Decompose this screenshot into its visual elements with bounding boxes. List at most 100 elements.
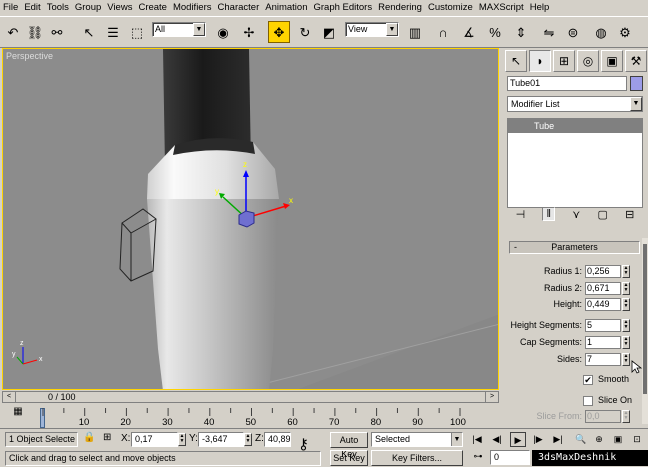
menu-item-animation[interactable]: Animation	[262, 0, 310, 16]
height-input[interactable]: 0,449	[585, 298, 621, 311]
spinner-snap-icon[interactable]: ⇕	[510, 21, 532, 43]
auto-key-button[interactable]: Auto Key	[330, 432, 368, 459]
ground-plane	[298, 314, 498, 389]
key-icon[interactable]: ⚷	[298, 435, 309, 453]
percent-snap-icon[interactable]: %	[484, 21, 506, 43]
material-editor-icon[interactable]: ◍	[590, 21, 612, 43]
goto-end-icon[interactable]: ▶|	[550, 432, 566, 447]
previous-frame-icon[interactable]: ◀|	[489, 432, 505, 447]
undo-icon[interactable]: ↶	[2, 21, 24, 43]
key-mode-toggle-icon[interactable]: ⊶	[470, 451, 486, 465]
menu-item-customize[interactable]: Customize	[425, 0, 476, 16]
selection-filter-dropdown[interactable]: All ▼	[152, 22, 206, 37]
create-tab-icon[interactable]: ↖	[505, 50, 527, 72]
slice-on-checkbox[interactable]	[583, 395, 593, 406]
spinner-arrows-icon[interactable]: ▲ ▼	[622, 353, 630, 366]
align-icon[interactable]: ⊜	[562, 21, 584, 43]
spinner-arrows-icon[interactable]: ▲ ▼	[622, 336, 630, 349]
time-slider-right-arrow-icon[interactable]: >	[485, 392, 498, 402]
z-coordinate-input[interactable]: 40,89	[264, 432, 291, 447]
spinner-arrows-icon[interactable]: ▲ ▼	[622, 282, 630, 295]
cap-segments-input[interactable]: 1	[585, 336, 621, 349]
modifier-stack[interactable]: Tube	[507, 118, 643, 208]
select-and-scale-icon[interactable]: ◩	[318, 21, 340, 43]
zoom-icon[interactable]: 🔍	[573, 432, 589, 447]
spinner-arrows-icon[interactable]: ▲ ▼	[178, 433, 186, 446]
smooth-checkbox-row[interactable]: ✔ Smooth	[583, 373, 629, 386]
zoom-extents-all-icon[interactable]: ⊡	[629, 432, 645, 447]
angle-snap-icon[interactable]: ∡	[458, 21, 480, 43]
height-segments-input[interactable]: 5	[585, 319, 621, 332]
select-and-move-icon[interactable]: ✥	[268, 21, 290, 43]
select-and-link-icon[interactable]: ⛓	[24, 21, 46, 43]
radius1-input[interactable]: 0,256	[585, 265, 621, 278]
modifier-list-dropdown[interactable]: Modifier List ▼	[507, 96, 643, 112]
stack-item-tube[interactable]: Tube	[508, 119, 642, 133]
time-slider[interactable]: < 0 / 100 >	[2, 391, 499, 403]
select-object-icon[interactable]: ↖	[78, 21, 100, 43]
configure-modifier-sets-icon[interactable]: ⊟	[625, 208, 634, 221]
menu-item-group[interactable]: Group	[72, 0, 104, 16]
menu-item-rendering[interactable]: Rendering	[375, 0, 425, 16]
mirror-icon[interactable]: ⇋	[538, 21, 560, 43]
zoom-all-icon[interactable]: ⊕	[591, 432, 607, 447]
utilities-tab-icon[interactable]: ⚒	[625, 50, 647, 72]
play-icon[interactable]: ▶	[510, 432, 526, 447]
menu-item-graph-editors[interactable]: Graph Editors	[310, 0, 375, 16]
radius2-input[interactable]: 0,671	[585, 282, 621, 295]
select-and-rotate-icon[interactable]: ↻	[294, 21, 316, 43]
hierarchy-tab-icon[interactable]: ⊞	[553, 50, 575, 72]
unlink-icon[interactable]: ⚯	[46, 21, 68, 43]
reference-coordinate-dropdown[interactable]: View ▼	[345, 22, 399, 37]
zoom-extents-icon[interactable]: ▣	[610, 432, 626, 447]
smooth-checkbox[interactable]: ✔	[583, 374, 593, 385]
menu-item-views[interactable]: Views	[104, 0, 135, 16]
panel-scroll-thumb[interactable]	[643, 244, 647, 394]
menu-item-file[interactable]: File	[0, 0, 21, 16]
spinner-arrows-icon[interactable]: ▲ ▼	[622, 298, 630, 311]
spinner-arrows-icon[interactable]: ▲ ▼	[622, 265, 630, 278]
spinner-arrows-icon[interactable]: ▲ ▼	[244, 433, 252, 446]
y-coordinate-input[interactable]: -3,647	[198, 432, 244, 447]
modify-tab-icon[interactable]: ◗	[529, 50, 551, 72]
next-frame-icon[interactable]: |▶	[530, 432, 546, 447]
spinner-arrows-icon[interactable]: ▲ ▼	[622, 319, 630, 332]
region-select-icon[interactable]: ⬚	[126, 21, 148, 43]
move-arrows-icon[interactable]: ✢	[238, 21, 260, 43]
time-slider-left-arrow-icon[interactable]: <	[3, 392, 16, 402]
parameters-rollout-header[interactable]: - Parameters	[509, 241, 640, 254]
menu-item-modifiers[interactable]: Modifiers	[170, 0, 215, 16]
pivot-center-icon[interactable]: ▥	[404, 21, 426, 43]
absolute-mode-icon[interactable]: ⊞	[103, 432, 111, 443]
menu-item-maxscript[interactable]: MAXScript	[476, 0, 527, 16]
goto-start-icon[interactable]: |◀	[469, 432, 485, 447]
menu-item-edit[interactable]: Edit	[21, 0, 43, 16]
menu-item-help[interactable]: Help	[527, 0, 553, 16]
menu-item-character[interactable]: Character	[215, 0, 263, 16]
sides-input[interactable]: 7	[585, 353, 621, 366]
select-by-name-icon[interactable]: ☰	[102, 21, 124, 43]
window-crossing-icon[interactable]: ◉	[212, 21, 234, 43]
key-mode-dropdown[interactable]: Selected ▼	[371, 432, 463, 447]
menu-item-create[interactable]: Create	[135, 0, 170, 16]
set-key-button[interactable]: Set Key	[330, 450, 368, 466]
make-unique-icon[interactable]: ⋎	[572, 208, 580, 221]
display-tab-icon[interactable]: ▣	[601, 50, 623, 72]
x-coordinate-input[interactable]: 0,17	[131, 432, 178, 447]
show-end-result-icon[interactable]: ‖	[542, 207, 555, 221]
remove-modifier-icon[interactable]: ▢	[598, 208, 608, 221]
track-bar[interactable]: ▦ 10 20 30 40 50 60 70 80 90 100	[2, 404, 499, 428]
current-frame-input[interactable]: 0	[490, 450, 530, 465]
perspective-viewport[interactable]: Perspective z x y z x y	[2, 48, 499, 390]
menu-item-tools[interactable]: Tools	[44, 0, 72, 16]
object-name-field[interactable]: Tube01	[507, 76, 627, 91]
time-slider-label[interactable]: 0 / 100	[48, 392, 76, 402]
motion-tab-icon[interactable]: ◎	[577, 50, 599, 72]
snap-toggle-icon[interactable]: ∩	[432, 21, 454, 43]
key-filters-button[interactable]: Key Filters...	[371, 450, 463, 466]
render-icon[interactable]: ⚙	[614, 21, 636, 43]
pin-stack-icon[interactable]: ⊣	[516, 208, 526, 221]
slice-on-checkbox-row[interactable]: Slice On	[583, 394, 632, 407]
lock-icon[interactable]: 🔒	[83, 432, 95, 443]
object-color-swatch[interactable]	[630, 76, 643, 91]
